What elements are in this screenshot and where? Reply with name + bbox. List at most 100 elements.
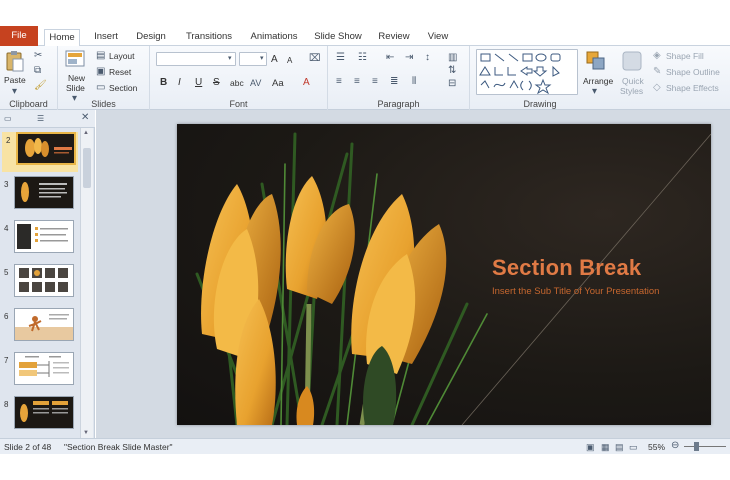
outline-view-icon[interactable]: ☰ <box>37 114 44 124</box>
slide-thumbnail[interactable]: 3 <box>0 176 80 216</box>
layout-icon[interactable]: ▤ <box>96 51 105 61</box>
columns-icon[interactable]: ▥ <box>448 53 457 63</box>
slide-sorter-icon[interactable]: ▦ <box>601 442 610 452</box>
chevron-down-icon[interactable]: ▾ <box>12 87 17 97</box>
grow-font-button[interactable]: A <box>271 54 278 65</box>
current-slide[interactable]: Section Break Insert the Sub Title of Yo… <box>177 124 711 425</box>
numbering-icon[interactable]: ☷ <box>358 53 367 63</box>
font-color-button[interactable]: A <box>303 77 310 88</box>
bullets-icon[interactable]: ☰ <box>336 53 345 63</box>
font-group: ▾ ▾ A A ⌧ B I U S abc AV Aa A Font <box>150 46 328 110</box>
slide-title[interactable]: Section Break <box>492 255 641 281</box>
shape-outline-button[interactable]: Shape Outline <box>666 67 720 77</box>
zoom-out-icon[interactable]: ⊖ <box>671 441 679 451</box>
copy-icon[interactable]: ⧉ <box>34 66 41 76</box>
slide-thumbnail[interactable]: 5 <box>0 264 80 304</box>
align-left-icon[interactable]: ≡ <box>336 77 342 87</box>
shape-fill-button[interactable]: Shape Fill <box>666 51 704 61</box>
increase-indent-icon[interactable]: ⇥ <box>405 53 413 63</box>
chevron-down-icon[interactable]: ▾ <box>228 54 232 64</box>
normal-view-icon[interactable]: ▣ <box>586 442 595 452</box>
new-slide-icon[interactable] <box>65 50 85 68</box>
font-label: Font <box>229 99 248 109</box>
thumbnail-image <box>14 308 74 341</box>
line-spacing-icon[interactable]: ↕ <box>425 53 430 63</box>
chevron-down-icon[interactable]: ▾ <box>260 54 264 64</box>
slide-number: 4 <box>4 224 9 233</box>
slide-thumbnail[interactable]: 2 <box>2 132 78 172</box>
chevron-down-icon[interactable]: ▾ <box>592 87 597 97</box>
clear-format-icon[interactable]: ⌧ <box>309 54 321 64</box>
slides-label: Slides <box>91 99 116 109</box>
slides-view-icon[interactable]: ▭ <box>4 114 12 124</box>
tab-file[interactable]: File <box>0 26 38 46</box>
align-right-icon[interactable]: ≡ <box>372 77 378 87</box>
shape-effects-icon[interactable]: ◇ <box>653 83 661 93</box>
slide-thumbnail[interactable]: 7 <box>0 352 80 392</box>
tab-home[interactable]: Home <box>44 29 80 47</box>
font-name-select[interactable] <box>156 52 236 66</box>
zoom-level[interactable]: 55% <box>648 442 665 452</box>
shape-fill-icon[interactable]: ◈ <box>653 51 661 61</box>
quick-styles-label[interactable]: Quick <box>622 76 644 86</box>
zoom-slider-thumb[interactable] <box>694 442 699 451</box>
align-text-icon[interactable]: ⊟ <box>448 79 456 89</box>
format-painter-icon[interactable]: 🖌 <box>34 81 47 91</box>
decrease-indent-icon[interactable]: ⇤ <box>386 53 394 63</box>
text-shadow-button[interactable]: abc <box>230 78 244 88</box>
reset-icon[interactable]: ▣ <box>96 67 105 77</box>
paste-icon[interactable] <box>6 50 24 72</box>
slide-thumbnail[interactable]: 8 <box>0 396 80 436</box>
reading-view-icon[interactable]: ▤ <box>615 442 624 452</box>
scroll-thumb[interactable] <box>83 148 91 188</box>
tab-view[interactable]: View <box>422 29 454 46</box>
tab-slide-show[interactable]: Slide Show <box>310 29 366 46</box>
shape-effects-button[interactable]: Shape Effects <box>666 83 719 93</box>
underline-button[interactable]: U <box>195 77 202 88</box>
bold-button[interactable]: B <box>160 77 167 88</box>
text-direction-icon[interactable]: ⇅ <box>448 66 456 76</box>
section-button[interactable]: Section <box>109 83 137 93</box>
text-columns-icon[interactable]: ⫴ <box>412 77 416 87</box>
new-slide-label-2[interactable]: Slide <box>66 83 85 93</box>
align-center-icon[interactable]: ≡ <box>354 77 360 87</box>
tab-transitions[interactable]: Transitions <box>181 29 237 46</box>
slides-group: New Slide ▾ ▤ Layout ▣ Reset ▭ Section S… <box>58 46 150 110</box>
slide-thumbnail[interactable]: 4 <box>0 220 80 260</box>
slide-number: 5 <box>4 268 9 277</box>
quick-styles-label-2[interactable]: Styles <box>620 86 643 96</box>
drawing-group: Arrange ▾ Quick Styles ◈ Shape Fill ✎ Sh… <box>470 46 730 110</box>
char-spacing-icon[interactable]: AV <box>250 78 261 88</box>
arrange-button[interactable]: Arrange <box>583 76 613 86</box>
scroll-up-icon[interactable]: ▲ <box>83 130 89 136</box>
theme-name[interactable]: "Section Break Slide Master" <box>64 442 173 452</box>
shape-outline-icon[interactable]: ✎ <box>653 67 661 77</box>
scroll-down-icon[interactable]: ▼ <box>83 430 89 436</box>
justify-icon[interactable]: ≣ <box>390 77 398 87</box>
reset-button[interactable]: Reset <box>109 67 131 77</box>
shrink-font-button[interactable]: A <box>287 56 292 65</box>
slide-subtitle[interactable]: Insert the Sub Title of Your Presentatio… <box>492 286 659 297</box>
new-slide-label[interactable]: New <box>68 73 85 83</box>
panel-scrollbar[interactable]: ▲ ▼ <box>80 128 93 438</box>
shapes-gallery[interactable] <box>476 49 578 95</box>
tab-animations[interactable]: Animations <box>246 29 302 46</box>
layout-button[interactable]: Layout <box>109 51 135 61</box>
drawing-label: Drawing <box>523 99 557 109</box>
change-case-button[interactable]: Aa <box>272 78 284 89</box>
arrange-icon[interactable] <box>585 50 607 72</box>
cut-icon[interactable]: ✂ <box>34 51 42 61</box>
close-icon[interactable]: ✕ <box>81 113 89 123</box>
tab-review[interactable]: Review <box>374 29 414 46</box>
quick-styles-icon[interactable] <box>621 50 643 72</box>
strikethrough-button[interactable]: S <box>213 77 220 88</box>
paste-button[interactable]: Paste <box>4 75 26 85</box>
italic-button[interactable]: I <box>178 77 181 88</box>
section-icon[interactable]: ▭ <box>96 83 105 93</box>
slideshow-view-icon[interactable]: ▭ <box>629 442 638 452</box>
tab-insert[interactable]: Insert <box>89 29 123 46</box>
zoom-slider[interactable] <box>684 442 726 451</box>
ribbon-tab-bar: File Home Insert Design Transitions Anim… <box>0 26 730 47</box>
tab-design[interactable]: Design <box>132 29 170 46</box>
slide-thumbnail[interactable]: 6 <box>0 308 80 348</box>
